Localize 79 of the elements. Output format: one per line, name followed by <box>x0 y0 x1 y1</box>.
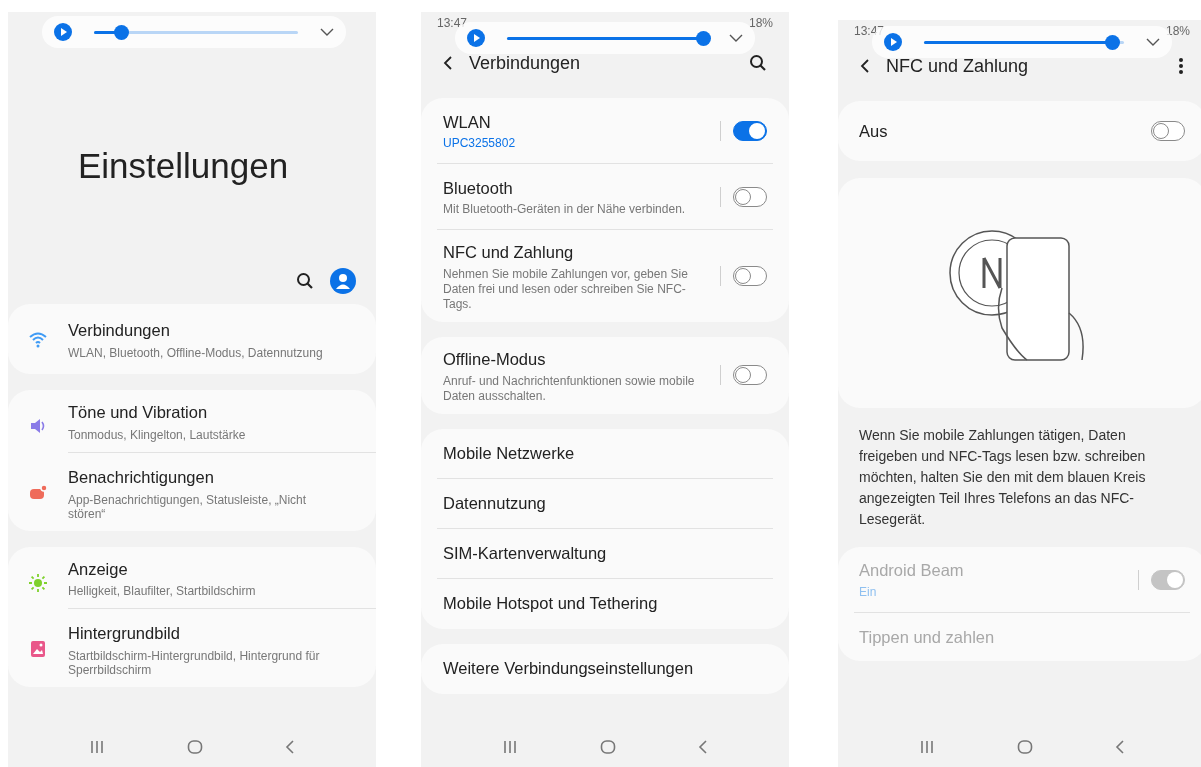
item-title: Verbindungen <box>68 320 171 342</box>
item-subtitle: Ein <box>859 583 878 601</box>
item-title: Bluetooth <box>443 177 514 199</box>
recent-apps-icon[interactable] <box>919 740 935 754</box>
back-icon[interactable] <box>698 739 708 755</box>
play-icon[interactable] <box>884 33 902 51</box>
item-subtitle: Mit Bluetooth-Geräten in der Nähe verbinden. <box>443 202 687 218</box>
item-subtitle: UPC3255802 <box>443 136 517 152</box>
toggle-switch[interactable] <box>1151 121 1185 141</box>
chevron-down-icon[interactable] <box>320 27 334 37</box>
settings-item[interactable]: Datennutzung <box>437 478 773 529</box>
recent-apps-icon[interactable] <box>89 740 105 754</box>
item-title: Hintergrundbild <box>68 623 181 645</box>
toggle-switch[interactable] <box>733 186 767 207</box>
toggle-switch[interactable] <box>733 365 767 386</box>
item-subtitle: Anruf- und Nachrichtenfunktionen sowie mobile Daten ausschalten. <box>443 373 696 404</box>
master-switch-card[interactable]: Aus <box>838 101 1201 161</box>
play-icon[interactable] <box>467 29 485 47</box>
chevron-down-icon[interactable] <box>729 33 743 43</box>
screen-title: Verbindungen <box>469 51 582 75</box>
item-title: Datennutzung <box>443 492 547 514</box>
item-subtitle: App-Benachrichtigungen, Statusleiste, „Nicht stören“ <box>68 492 308 521</box>
seek-thumb[interactable] <box>1105 34 1120 50</box>
settings-item[interactable]: Hintergrundbild Startbildschirm-Hintergrundbild, Hintergrund für Sperrbildschirm <box>8 615 376 683</box>
settings-item[interactable]: Töne und Vibration Tonmodus, Klingelton, Lautstärke <box>8 394 376 459</box>
chevron-down-icon[interactable] <box>1146 37 1160 47</box>
sun-icon <box>28 572 48 593</box>
item-subtitle: WLAN, Bluetooth, Offline-Modus, Datennutzung <box>68 345 324 360</box>
settings-item[interactable]: Weitere Verbindungseinstellungen <box>437 643 773 694</box>
status-time: 13:47 <box>854 23 885 40</box>
settings-item[interactable]: WLAN UPC3255802 <box>437 98 773 164</box>
home-icon[interactable] <box>187 739 203 755</box>
item-title: SIM-Kartenverwaltung <box>443 542 608 564</box>
item-title: Benachrichtigungen <box>68 466 215 488</box>
screen-title: NFC und Zahlung <box>886 54 1030 78</box>
item-subtitle: Tonmodus, Klingelton, Lautstärke <box>68 427 247 442</box>
description-text: Wenn Sie mobile Zahlungen tätigen, Daten freigeben und NFC-Tags lesen bzw. schreiben möchten, halten Sie den mit dem blauen Kreis angezeigten Teil Ihres Telefons an das NFC-Lesegerät. <box>858 426 1147 529</box>
settings-item[interactable]: Anzeige Helligkeit, Blaufilter, Startbildschirm <box>8 550 376 616</box>
settings-item[interactable]: Mobile Hotspot und Tethering <box>437 578 773 629</box>
item-title: Anzeige <box>68 558 129 580</box>
more-options-icon[interactable] <box>1178 57 1184 75</box>
item-title: Mobile Netzwerke <box>443 442 576 464</box>
item-title: Mobile Hotspot und Tethering <box>443 593 659 615</box>
battery-level: 18% <box>1165 23 1190 40</box>
item-title: Weitere Verbindungseinstellungen <box>443 658 695 680</box>
item-subtitle: Startbildschirm-Hintergrundbild, Hintergrund für Sperrbildschirm <box>68 649 321 677</box>
recent-apps-icon[interactable] <box>502 740 518 754</box>
item-title: Tippen und zahlen <box>859 626 996 648</box>
switch-label: Aus <box>859 120 888 142</box>
home-icon[interactable] <box>600 739 616 755</box>
battery-level: 18% <box>748 15 773 32</box>
settings-item[interactable]: Offline-Modus Anruf- und Nachrichtenfunktionen sowie mobile Daten ausschalten. <box>437 336 773 414</box>
back-icon[interactable] <box>285 739 295 755</box>
item-subtitle: Helligkeit, Blaufilter, Startbildschirm <box>68 584 257 599</box>
search-icon[interactable] <box>749 54 767 72</box>
settings-item[interactable]: Verbindungen WLAN, Bluetooth, Offline-Modus, Datennutzung <box>8 308 376 370</box>
item-title: Android Beam <box>859 560 965 582</box>
settings-item[interactable]: SIM-Kartenverwaltung <box>437 528 773 579</box>
item-subtitle: Nehmen Sie mobile Zahlungen vor, geben Sie Daten frei und lesen oder schreiben Sie NFC-Tags. <box>443 266 689 312</box>
settings-item[interactable]: Bluetooth Mit Bluetooth-Geräten in der Nähe verbinden. <box>437 164 773 230</box>
play-icon[interactable] <box>54 23 72 41</box>
seek-thumb[interactable] <box>113 24 129 40</box>
item-title: Offline-Modus <box>443 348 547 370</box>
settings-item[interactable]: NFC und Zahlung Nehmen Sie mobile Zahlungen vor, geben Sie Daten frei und lesen oder schreiben Sie NFC-Tags. <box>437 230 773 322</box>
page-title: Einstellungen <box>78 145 289 187</box>
seek-thumb[interactable] <box>696 30 711 46</box>
item-title: WLAN <box>443 111 492 133</box>
item-title: NFC und Zahlung <box>443 242 575 263</box>
toggle-switch[interactable] <box>733 265 767 286</box>
toggle-switch[interactable] <box>733 120 767 141</box>
home-icon[interactable] <box>1017 739 1033 755</box>
search-icon[interactable] <box>296 272 314 290</box>
item-title: Töne und Vibration <box>68 402 209 423</box>
status-time: 13:47 <box>437 15 468 32</box>
picture-icon <box>28 639 48 660</box>
profile-icon[interactable] <box>330 268 356 294</box>
settings-item[interactable]: Mobile Netzwerke <box>437 428 773 479</box>
settings-item[interactable]: Benachrichtigungen App-Benachrichtigungen, Statusleiste, „Nicht stören“ <box>8 458 376 527</box>
back-icon[interactable] <box>1115 739 1125 755</box>
